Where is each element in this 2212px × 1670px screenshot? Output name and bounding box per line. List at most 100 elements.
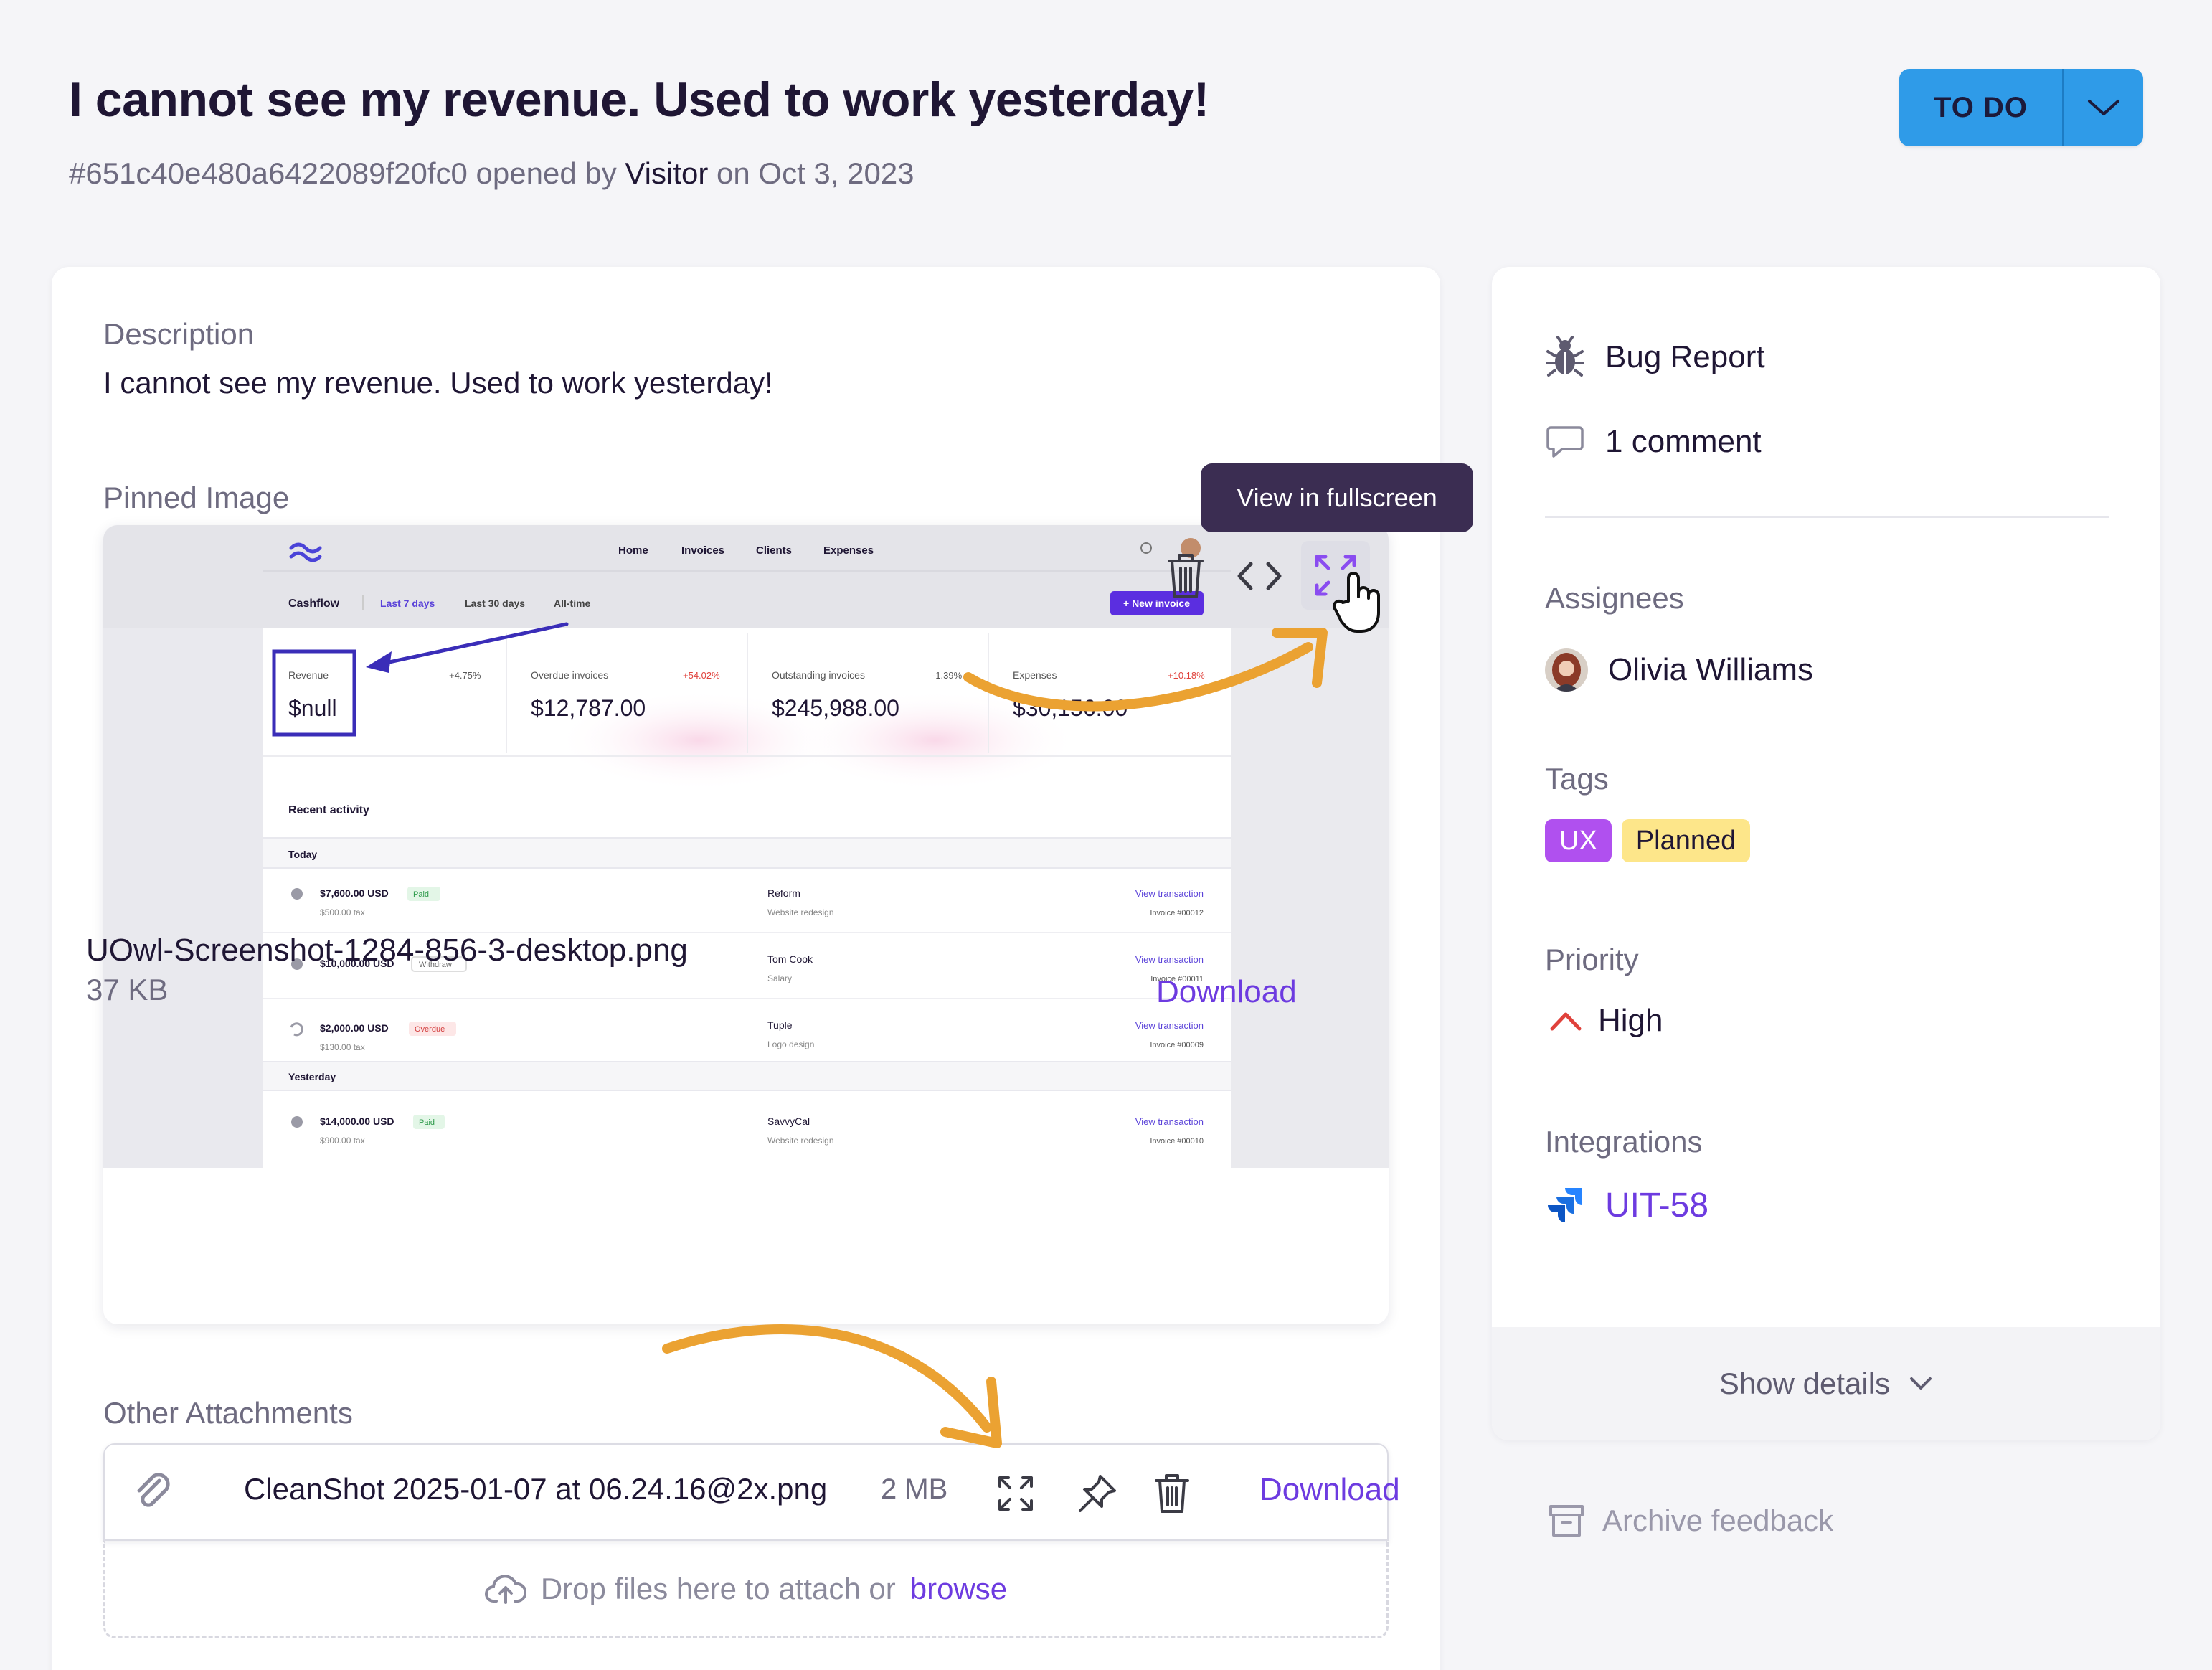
- attachment-size: 2 MB: [881, 1473, 948, 1505]
- preview-row1-badge: Paid: [413, 890, 429, 899]
- comments-count-label: 1 comment: [1605, 424, 1762, 459]
- code-icon[interactable]: [1235, 560, 1284, 593]
- pinned-image-preview[interactable]: Home Invoices Clients Expenses Cashflow …: [103, 525, 1389, 1168]
- preview-tab-cashflow: Cashflow: [288, 598, 340, 610]
- comment-icon: [1546, 426, 1584, 458]
- paperclip-icon: [137, 1473, 170, 1507]
- feedback-id: #651c40e480a6422089f20fc0: [69, 156, 468, 190]
- page-title: I cannot see my revenue. Used to work ye…: [69, 72, 1209, 127]
- preview-stat-expenses-change: +10.18%: [1168, 670, 1205, 681]
- preview-yesterday-header: Yesterday: [288, 1071, 336, 1082]
- integrations-label: Integrations: [1545, 1125, 1703, 1159]
- status-dropdown[interactable]: TO DO: [1899, 69, 2143, 146]
- fullscreen-icon[interactable]: [994, 1472, 1037, 1515]
- preview-row4-tax: $900.00 tax: [320, 1136, 365, 1146]
- attachment-download-link[interactable]: Download: [1259, 1472, 1400, 1508]
- details-sidebar: Bug Report 1 comment Assignees Olivia Wi…: [1492, 267, 2160, 1440]
- integration-item[interactable]: UIT-58: [1545, 1185, 1708, 1225]
- opened-date: on Oct 3, 2023: [717, 156, 914, 190]
- preview-nav-clients: Clients: [756, 544, 792, 557]
- preview-row3-badge: Overdue: [415, 1025, 445, 1034]
- tags-label: Tags: [1545, 762, 1609, 796]
- preview-nav-expenses: Expenses: [823, 544, 874, 557]
- opened-by-text: opened by: [476, 156, 617, 190]
- fullscreen-tooltip: View in fullscreen: [1201, 463, 1473, 532]
- avatar: [1545, 648, 1588, 692]
- preview-row3-desc: Logo design: [767, 1039, 814, 1049]
- browse-link[interactable]: browse: [910, 1572, 1007, 1606]
- preview-stat-outstanding-label: Outstanding invoices: [772, 669, 865, 681]
- hand-cursor-icon: [1332, 572, 1380, 633]
- tag-planned[interactable]: Planned: [1621, 819, 1751, 862]
- status-button[interactable]: TO DO: [1899, 69, 2064, 146]
- archive-feedback-button[interactable]: Archive feedback: [1546, 1501, 1833, 1541]
- integration-id: UIT-58: [1605, 1186, 1709, 1225]
- preview-nav-invoices: Invoices: [681, 544, 724, 557]
- assignee[interactable]: Olivia Williams: [1545, 648, 1813, 692]
- chevron-down-icon: [2088, 100, 2119, 115]
- pinned-image-card: Home Invoices Clients Expenses Cashflow …: [103, 525, 1389, 1324]
- pinned-image-label: Pinned Image: [103, 481, 290, 514]
- preview-row1-client: Reform: [767, 887, 800, 899]
- trash-icon[interactable]: [1165, 551, 1206, 601]
- chevron-down-icon: [1910, 1377, 1932, 1390]
- assignee-name: Olivia Williams: [1608, 652, 1813, 687]
- author-name[interactable]: Visitor: [625, 156, 708, 190]
- preview-tab-alltime: All-time: [554, 598, 591, 609]
- file-drop-zone[interactable]: Drop files here to attach or browse: [103, 1541, 1389, 1638]
- preview-row4-badge: Paid: [419, 1118, 435, 1127]
- preview-row3-amount: $2,000.00 USD: [320, 1022, 389, 1034]
- pin-icon[interactable]: [1076, 1472, 1119, 1515]
- preview-stat-expenses-label: Expenses: [1013, 669, 1057, 681]
- show-details-button[interactable]: Show details: [1492, 1327, 2160, 1440]
- preview-row2-desc: Salary: [767, 973, 792, 983]
- status-caret-button[interactable]: [2064, 69, 2143, 146]
- pinned-image-download-link[interactable]: Download: [1156, 974, 1297, 1010]
- show-details-label: Show details: [1719, 1367, 1891, 1400]
- preview-row2-link: View transaction: [1135, 954, 1204, 965]
- preview-row1-amount: $7,600.00 USD: [320, 887, 389, 899]
- preview-row2-client: Tom Cook: [767, 953, 813, 965]
- preview-row4-link: View transaction: [1135, 1116, 1204, 1127]
- preview-stat-outstanding-value: $245,988.00: [772, 695, 899, 721]
- preview-row1-invoice: Invoice #00012: [1150, 909, 1204, 917]
- preview-stat-outstanding-change: -1.39%: [932, 670, 963, 681]
- drop-zone-text: Drop files here to attach or: [540, 1571, 896, 1605]
- bug-icon: [1546, 336, 1584, 377]
- preview-nav-home: Home: [618, 544, 648, 557]
- preview-stat-overdue-change: +54.02%: [683, 670, 720, 681]
- description-text: I cannot see my revenue. Used to work ye…: [103, 366, 773, 400]
- cloud-upload-icon: [484, 1574, 526, 1604]
- preview-row3-link: View transaction: [1135, 1020, 1204, 1031]
- priority-label: Priority: [1545, 943, 1639, 976]
- pinned-image-filename: UOwl-Screenshot-1284-856-3-desktop.png: [86, 933, 688, 968]
- description-label: Description: [103, 317, 255, 351]
- preview-stat-revenue-label: Revenue: [288, 669, 329, 681]
- assignees-label: Assignees: [1545, 581, 1684, 615]
- comments-count[interactable]: 1 comment: [1545, 422, 1762, 462]
- pinned-image-size: 37 KB: [86, 973, 169, 1006]
- preview-recent-activity: Recent activity: [288, 804, 369, 816]
- preview-row1-tax: $500.00 tax: [320, 907, 365, 917]
- preview-row4-client: SavvyCal: [767, 1115, 810, 1127]
- preview-today-header: Today: [288, 849, 317, 860]
- priority-value: High: [1598, 1003, 1663, 1038]
- preview-row3-invoice: Invoice #00009: [1150, 1041, 1204, 1049]
- preview-row3-tax: $130.00 tax: [320, 1042, 365, 1052]
- trash-icon[interactable]: [1152, 1472, 1192, 1515]
- preview-row4-amount: $14,000.00 USD: [320, 1115, 394, 1127]
- priority[interactable]: High: [1549, 1003, 1663, 1039]
- sidebar-divider: [1545, 516, 2109, 518]
- page-subtitle: #651c40e480a6422089f20fc0 opened by Visi…: [69, 156, 914, 191]
- feedback-type-label: Bug Report: [1605, 339, 1765, 374]
- jira-icon: [1548, 1188, 1582, 1222]
- preview-stat-overdue-value: $12,787.00: [531, 695, 646, 721]
- preview-tab-last7: Last 7 days: [380, 598, 435, 609]
- feedback-type[interactable]: Bug Report: [1545, 336, 1765, 379]
- attachment-filename[interactable]: CleanShot 2025-01-07 at 06.24.16@2x.png: [244, 1472, 827, 1506]
- tag-ux[interactable]: UX: [1545, 819, 1612, 862]
- preview-stat-revenue-value: $null: [288, 695, 337, 721]
- archive-icon: [1549, 1505, 1584, 1537]
- annotation-arrow-icon: [662, 1324, 1002, 1448]
- preview-stat-overdue-label: Overdue invoices: [531, 669, 608, 681]
